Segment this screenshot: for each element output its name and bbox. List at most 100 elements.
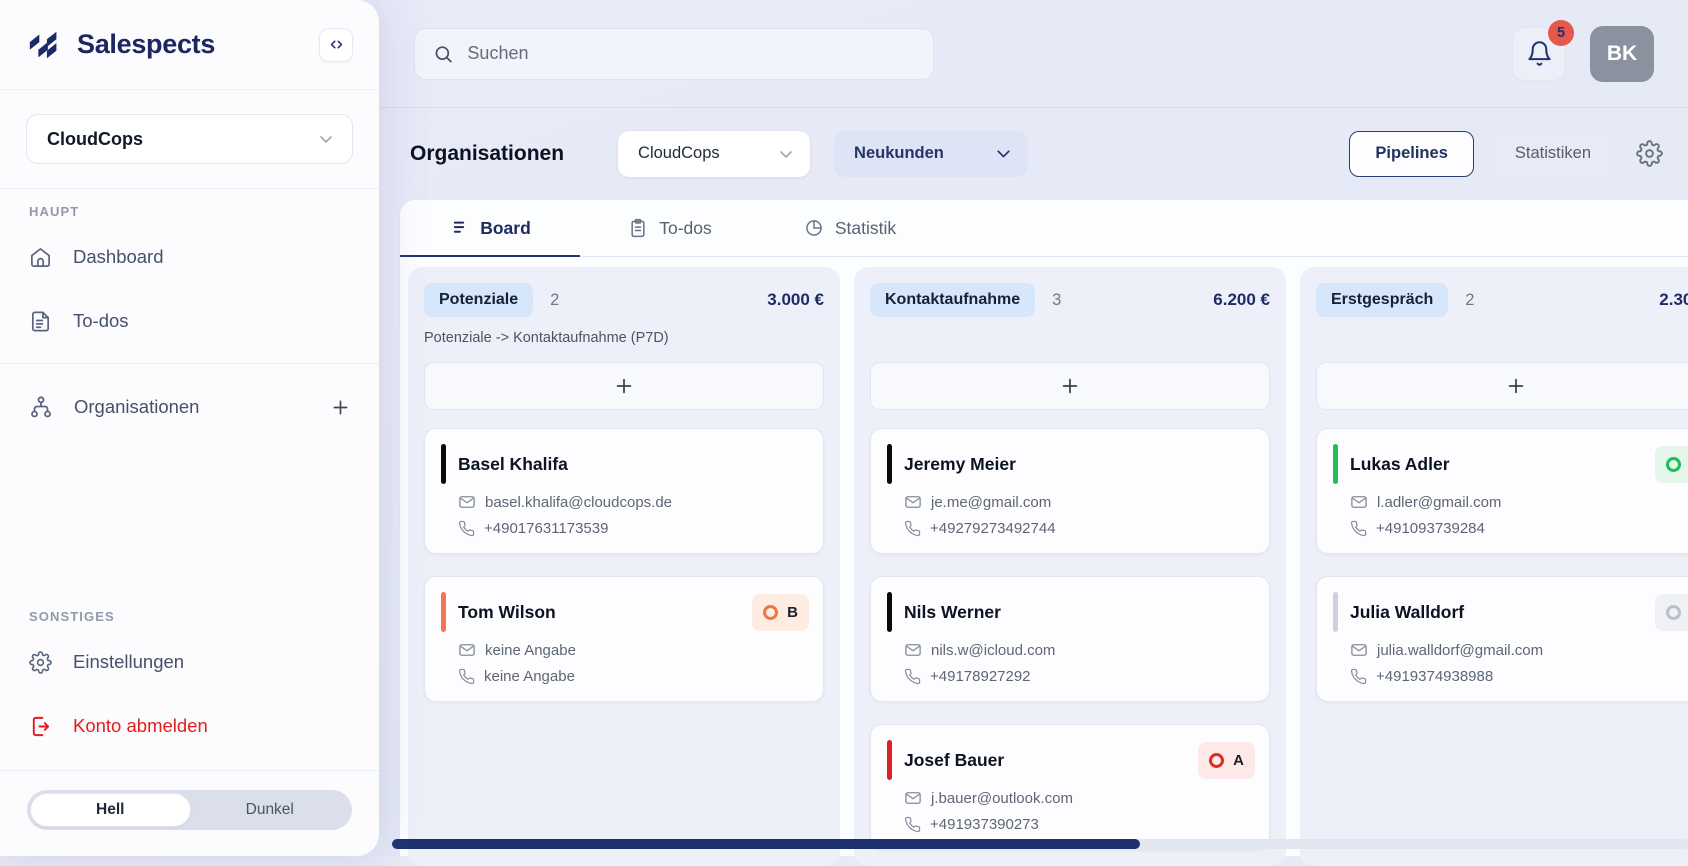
phone-icon [904,520,921,537]
notification-badge: 5 [1548,20,1574,46]
theme-option-dark[interactable]: Dunkel [191,793,350,827]
phone-text: keine Angabe [484,668,575,685]
phone-icon [1350,520,1367,537]
workspace-dropdown-value: CloudCops [638,144,720,163]
rating-badge: A [1198,742,1255,779]
pie-chart-icon [804,218,824,238]
tab-board[interactable]: Board [400,200,580,256]
sidebar-item-settings[interactable]: Einstellungen [0,636,379,688]
mail-icon [1350,493,1368,511]
column-count: 2 [1465,291,1474,310]
brand-name: Salespects [77,29,215,60]
contact-card[interactable]: Jeremy Meier je.me@gmail.com +4927927349… [870,428,1270,554]
card-phone: +491937390273 [904,816,1255,833]
card-accent-bar [1333,444,1338,484]
board-settings-gear-icon[interactable] [1636,140,1663,167]
sidebar-item-dashboard[interactable]: Dashboard [0,231,379,283]
brand: Salespects [26,26,215,64]
card-accent-bar [887,740,892,780]
phone-icon [458,668,475,685]
brand-logo-icon [26,26,64,64]
contact-card[interactable]: Julia Walldorf julia.walldorf@gmail.com [1316,576,1688,702]
card-phone: +49279273492744 [904,520,1255,537]
contact-card[interactable]: Josef Bauer A j.bauer@outlook.com [870,724,1270,850]
status-ring-icon [1209,753,1224,768]
email-text: j.bauer@outlook.com [931,790,1073,807]
phone-text: +491937390273 [930,816,1039,833]
mail-icon [458,493,476,511]
contact-card[interactable]: Nils Werner nils.w@icloud.com +491789272… [870,576,1270,702]
contact-name: Lukas Adler [1350,454,1450,475]
mail-icon [904,641,922,659]
tab-label: To-dos [659,218,712,239]
mail-icon [904,789,922,807]
add-organisation-icon[interactable] [330,397,351,418]
phone-text: +49178927292 [930,668,1031,685]
sidebar-item-label: Konto abmelden [73,715,208,737]
workspace-select-value: CloudCops [47,129,143,150]
rating-badge: B [752,594,809,631]
theme-toggle: Hell Dunkel [27,790,352,830]
tab-todos[interactable]: To-dos [580,200,760,256]
column-subtitle [1316,330,1688,350]
card-email: nils.w@icloud.com [904,641,1255,659]
email-text: keine Angabe [485,642,576,659]
theme-option-light[interactable]: Hell [30,793,191,827]
workspace-select[interactable]: CloudCops [26,114,353,164]
tab-statistics[interactable]: Statistik [760,200,940,256]
kanban-column-kontaktaufnahme: Kontaktaufnahme 3 6.200 € Jeremy Meier [854,267,1286,866]
contact-name: Nils Werner [904,602,1001,623]
notifications-button[interactable]: 5 [1512,27,1566,81]
phone-icon [458,520,475,537]
horizontal-scrollbar-thumb[interactable] [392,839,1140,849]
card-phone: keine Angabe [458,668,809,685]
chevron-down-icon [993,143,1014,164]
divider [0,770,379,771]
contact-name: Tom Wilson [458,602,556,623]
horizontal-scrollbar-track[interactable] [392,839,1688,849]
sidebar-item-label: Dashboard [73,246,164,268]
contact-name: Josef Bauer [904,750,1004,771]
add-card-button[interactable] [424,362,824,410]
sidebar: Salespects CloudCops HAUPT Dashboard To-… [0,0,379,856]
kanban-column-potenziale: Potenziale 2 3.000 € Potenziale -> Konta… [408,267,840,866]
phone-text: +491093739284 [1376,520,1485,537]
contact-card[interactable]: Lukas Adler l.adler@gmail.com [1316,428,1688,554]
card-accent-bar [887,444,892,484]
avatar[interactable]: BK [1590,26,1654,82]
card-accent-bar [1333,592,1338,632]
sidebar-item-logout[interactable]: Konto abmelden [0,700,379,752]
email-text: nils.w@icloud.com [931,642,1055,659]
rating-letter: B [787,604,798,621]
bell-icon [1526,40,1553,67]
sidebar-item-label: To-dos [73,310,129,332]
sidebar-item-organisations[interactable]: Organisationen [0,379,379,435]
pipeline-dropdown[interactable]: Neukunden [834,131,1028,177]
contact-card[interactable]: Basel Khalifa basel.khalifa@cloudcops.de… [424,428,824,554]
column-subtitle: Potenziale -> Kontaktaufnahme (P7D) [424,330,824,350]
plus-icon [613,375,635,397]
phone-text: +49279273492744 [930,520,1056,537]
chevron-down-icon [316,129,336,149]
search-bar[interactable] [414,28,934,80]
kanban-rows-icon [449,218,469,238]
add-card-button[interactable] [870,362,1270,410]
code-icon [328,36,345,53]
card-email: l.adler@gmail.com [1350,493,1688,511]
card-phone: +4919374938988 [1350,668,1688,685]
search-input[interactable] [467,43,915,64]
sidebar-item-todos[interactable]: To-dos [0,295,379,347]
email-text: je.me@gmail.com [931,494,1051,511]
kanban-board: Potenziale 2 3.000 € Potenziale -> Konta… [400,257,1688,866]
sidebar-collapse-button[interactable] [319,28,353,62]
statistics-button[interactable]: Statistiken [1491,131,1615,177]
workspace-dropdown[interactable]: CloudCops [617,130,811,178]
mail-icon [904,493,922,511]
document-icon [29,310,52,333]
add-card-button[interactable] [1316,362,1688,410]
topbar: 5 BK [379,0,1688,108]
column-name-badge: Kontaktaufnahme [870,283,1035,317]
contact-card[interactable]: Tom Wilson B keine Angabe k [424,576,824,702]
kanban-column-erstgespraech: Erstgespräch 2 2.300 € Lukas Adler [1300,267,1688,866]
pipelines-button[interactable]: Pipelines [1349,131,1473,177]
